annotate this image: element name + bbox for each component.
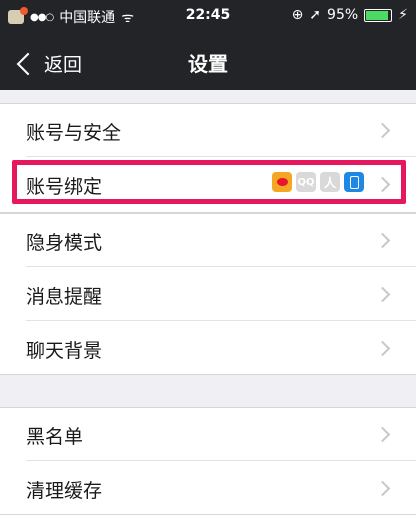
phone-icon — [344, 172, 364, 192]
settings-item-label: 消息提醒 — [26, 286, 103, 308]
battery-icon — [364, 8, 393, 22]
settings-item-label: 聊天背景 — [26, 340, 103, 362]
settings-item-invisible-mode[interactable]: 隐身模式 — [0, 213, 416, 267]
charging-icon: ⚡ — [398, 7, 408, 23]
settings-item-label: 清理缓存 — [26, 480, 103, 502]
chevron-right-icon — [374, 232, 391, 249]
settings-item-account-binding[interactable]: 账号绑定 QQ 人 — [0, 157, 416, 213]
chevron-right-icon — [374, 286, 391, 303]
qq-icon: QQ — [296, 172, 316, 192]
binding-icons: QQ 人 — [272, 172, 364, 192]
settings-item-label: 账号与安全 — [26, 122, 122, 144]
status-right: ⊕ ➚ 95% ⚡ — [292, 7, 408, 23]
chevron-right-icon — [374, 176, 391, 193]
nav-bar: 返回 设置 — [0, 32, 416, 90]
settings-group-privacy: 隐身模式 消息提醒 聊天背景 — [0, 213, 416, 375]
location-icon: ➚ — [309, 7, 322, 23]
status-bar: ●●○ 中国联通 ᯤ 22:45 ⊕ ➚ 95% ⚡ — [0, 0, 416, 32]
weibo-icon — [272, 172, 292, 192]
rotation-lock-icon: ⊕ — [291, 7, 304, 23]
renren-icon: 人 — [320, 172, 340, 192]
settings-item-notifications[interactable]: 消息提醒 — [0, 267, 416, 321]
settings-item-clear-cache[interactable]: 清理缓存 — [0, 461, 416, 515]
settings-item-label: 隐身模式 — [26, 232, 103, 254]
settings-item-label: 账号绑定 — [26, 176, 103, 198]
chevron-right-icon — [374, 122, 391, 139]
settings-item-chat-background[interactable]: 聊天背景 — [0, 321, 416, 375]
battery-fill — [366, 10, 389, 20]
page-title: 设置 — [188, 52, 228, 76]
chevron-right-icon — [374, 340, 391, 357]
settings-group-other: 黑名单 清理缓存 — [0, 407, 416, 515]
settings-item-label: 黑名单 — [26, 426, 84, 448]
settings-item-account-security[interactable]: 账号与安全 — [0, 103, 416, 157]
settings-item-blacklist[interactable]: 黑名单 — [0, 407, 416, 461]
chevron-right-icon — [374, 480, 391, 497]
settings-group-account: 账号与安全 账号绑定 QQ 人 — [0, 103, 416, 213]
chevron-right-icon — [374, 426, 391, 443]
battery-percent: 95% — [327, 7, 359, 23]
